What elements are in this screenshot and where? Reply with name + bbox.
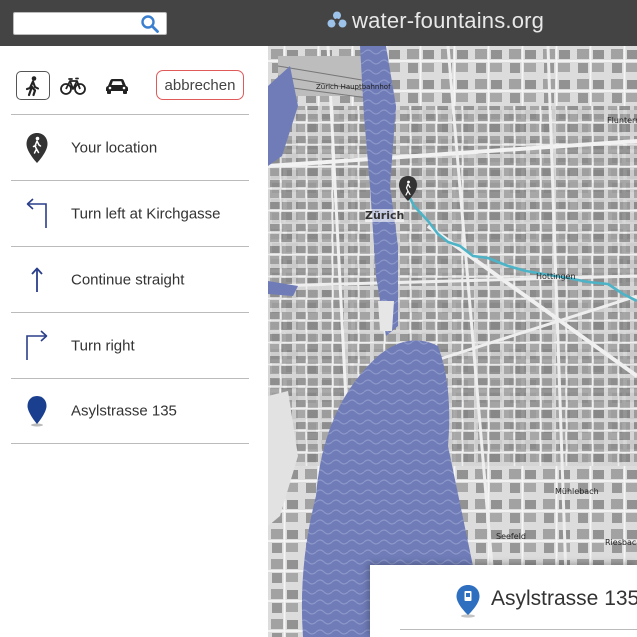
map-label-riesbach: Riesbach xyxy=(605,538,637,547)
pedestrian-icon xyxy=(25,75,39,96)
map-label-city: Zürich xyxy=(365,209,405,222)
fountain-location-pin-icon xyxy=(456,585,480,618)
destination-card[interactable]: Asylstrasse 135 xyxy=(370,565,637,637)
step-label: Turn right xyxy=(71,337,135,354)
search-icon[interactable] xyxy=(140,14,160,34)
map-label-seefeld: Seefeld xyxy=(496,532,526,541)
map-canvas[interactable] xyxy=(268,46,637,637)
brand[interactable]: water-fountains.org xyxy=(326,8,544,34)
travel-mode-selector: abbrechen xyxy=(11,66,249,104)
pedestrian-pin-icon xyxy=(21,131,53,165)
divider xyxy=(400,629,637,630)
map-label-hottingen: Hottingen xyxy=(536,272,576,281)
route-step[interactable]: Turn right xyxy=(11,312,249,378)
route-step[interactable]: Turn left at Kirchgasse xyxy=(11,180,249,246)
step-label: Your location xyxy=(71,139,158,156)
map-label-fluntern: Fluntern xyxy=(607,116,637,125)
map-view[interactable]: Zürich Hauptbahnhof Zürich Fluntern Hott… xyxy=(268,46,637,637)
straight-arrow-icon xyxy=(21,263,53,297)
search-box[interactable] xyxy=(13,12,167,35)
bicycle-icon xyxy=(60,77,86,95)
step-label: Asylstrasse 135 xyxy=(71,402,177,420)
car-mode-button[interactable] xyxy=(100,71,134,100)
turn-right-arrow-icon xyxy=(21,329,53,363)
destination-address: Asylstrasse 135 xyxy=(491,587,637,610)
step-label: Turn left at Kirchgasse xyxy=(71,205,221,222)
route-step[interactable]: Asylstrasse 135 xyxy=(11,378,249,444)
route-step[interactable]: Your location xyxy=(11,114,249,180)
top-bar: water-fountains.org xyxy=(0,0,637,46)
map-label-station: Zürich Hauptbahnhof xyxy=(316,83,391,91)
bike-mode-button[interactable] xyxy=(56,71,90,100)
destination-pin-icon xyxy=(21,394,53,428)
step-label: Continue straight xyxy=(71,271,185,288)
route-steps-list: Your location Turn left at Kirchgasse Co… xyxy=(11,114,249,444)
turn-left-arrow-icon xyxy=(21,197,53,231)
map-label-muehlebach: Mühlebach xyxy=(555,487,599,496)
search-input[interactable] xyxy=(18,15,138,33)
car-icon xyxy=(106,78,128,94)
brand-title: water-fountains.org xyxy=(352,8,545,33)
walk-mode-button[interactable] xyxy=(16,71,50,100)
cancel-button[interactable]: abbrechen xyxy=(156,70,244,100)
route-step[interactable]: Continue straight xyxy=(11,246,249,312)
route-sidebar: abbrechen Your location Turn left at Kir… xyxy=(0,46,268,637)
fountain-logo-icon xyxy=(327,11,347,28)
